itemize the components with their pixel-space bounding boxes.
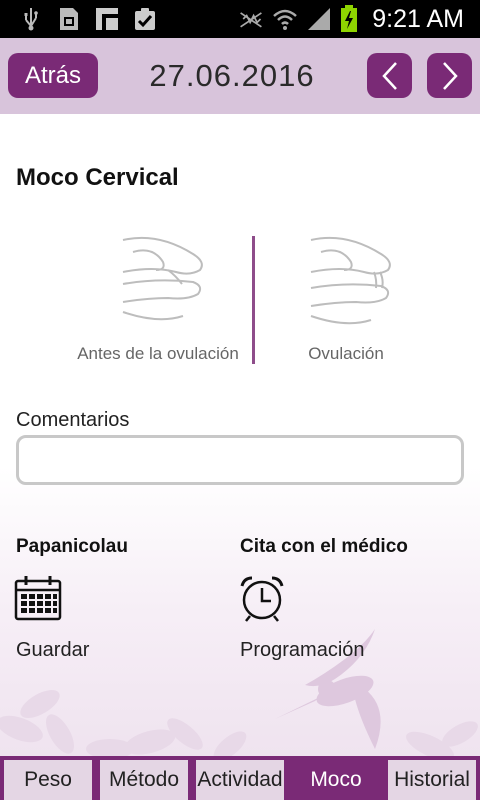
chevron-right-icon: [442, 61, 458, 90]
wifi-icon: [273, 9, 298, 30]
date-title: 27.06.2016: [149, 58, 315, 93]
mucus-option-label: Antes de la ovulación: [77, 344, 239, 363]
appointment-title: Cita con el médico: [240, 536, 408, 557]
fingers-dry-icon: [122, 236, 203, 321]
mucus-title: Moco Cervical: [16, 164, 179, 191]
mucus-option-label: Ovulación: [308, 344, 384, 363]
mucus-option-before-ovulation[interactable]: Antes de la ovulación: [58, 232, 258, 372]
header-bar: Atrás 27.06.2016: [0, 38, 480, 114]
sim-card-icon: [60, 8, 78, 30]
usb-icon: [24, 8, 38, 31]
bottom-tab-bar: Peso Método Actividad Moco Historial: [0, 756, 480, 800]
tab-historial[interactable]: Historial: [388, 760, 476, 800]
battery-charging-icon: [341, 5, 358, 32]
mucus-option-ovulation[interactable]: Ovulación: [246, 232, 446, 372]
tab-moco[interactable]: Moco: [292, 760, 380, 800]
comments-input[interactable]: [16, 435, 464, 485]
comments-label: Comentarios: [16, 409, 130, 431]
pap-title: Papanicolau: [16, 536, 128, 557]
schedule-button[interactable]: Programación: [240, 639, 365, 662]
calendar-icon[interactable]: [14, 574, 62, 622]
status-time: 9:21 AM: [372, 4, 464, 33]
tab-peso[interactable]: Peso: [4, 760, 92, 800]
notification-icon: [96, 8, 118, 30]
clipboard-check-icon: [135, 8, 155, 30]
mute-icon: [240, 12, 263, 28]
fingers-stretchy-icon: [310, 236, 391, 325]
signal-icon: [308, 8, 331, 30]
previous-day-button[interactable]: [367, 53, 412, 98]
save-button[interactable]: Guardar: [16, 639, 89, 662]
tab-metodo[interactable]: Método: [100, 760, 188, 800]
back-button[interactable]: Atrás: [8, 53, 98, 98]
status-bar: 9:21 AM: [0, 0, 480, 38]
alarm-clock-icon[interactable]: [238, 574, 286, 622]
content-area: Moco Cervical Antes de la ovulación Ovul…: [0, 114, 480, 756]
chevron-left-icon: [381, 61, 397, 90]
tab-actividad[interactable]: Actividad: [196, 760, 284, 800]
next-day-button[interactable]: [427, 53, 472, 98]
